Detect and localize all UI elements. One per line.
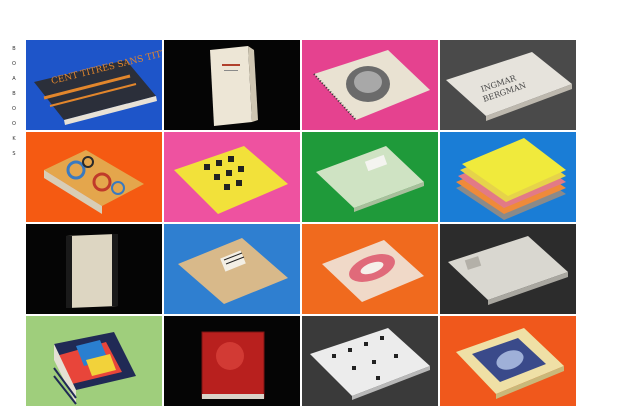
nav-letter-o3[interactable]: O [10, 117, 18, 132]
gallery-tile-15[interactable] [302, 316, 438, 406]
book-red-cover-icon [164, 316, 300, 406]
nav-letter-b2[interactable]: B [10, 87, 18, 102]
book-pale-green-icon [302, 132, 438, 222]
book-dark-blue-orange-title-icon: CENT TITRES SANS TITRE [26, 40, 162, 130]
nav-letter-k[interactable]: K [10, 132, 18, 147]
gallery-tile-10[interactable] [164, 224, 300, 314]
book-stack-abstract-icon [26, 316, 162, 406]
book-white-letters-icon [302, 316, 438, 406]
nav-letter-s[interactable]: S [10, 147, 18, 162]
book-white-standing-icon [164, 40, 300, 130]
gallery-tile-3[interactable] [302, 40, 438, 130]
gallery-tile-7[interactable] [302, 132, 438, 222]
gallery-tile-14[interactable] [164, 316, 300, 406]
gallery-tile-6[interactable] [164, 132, 300, 222]
gallery-tile-5[interactable] [26, 132, 162, 222]
gallery-tile-4[interactable]: INGMAR BERGMAN [440, 40, 576, 130]
book-blue-photo-icon [440, 316, 576, 406]
nav-letter-b[interactable]: B [10, 42, 18, 57]
gallery-tile-9[interactable] [26, 224, 162, 314]
nav-letter-o[interactable]: O [10, 57, 18, 72]
gallery-tile-16[interactable] [440, 316, 576, 406]
gallery-tile-8[interactable] [440, 132, 576, 222]
book-stacked-colors-icon [440, 132, 576, 222]
book-gallery: CENT TITRES SANS TITRE INGMAR BERGMAN [26, 40, 576, 410]
gallery-tile-12[interactable] [440, 224, 576, 314]
book-portrait-spiral-icon [302, 40, 438, 130]
book-kraft-cover-icon [164, 224, 300, 314]
nav-letter-a[interactable]: A [10, 72, 18, 87]
side-nav: B O A B O O K S [10, 42, 18, 162]
book-slipcase-icon [26, 224, 162, 314]
gallery-tile-13[interactable] [26, 316, 162, 406]
gallery-tile-11[interactable] [302, 224, 438, 314]
gallery-tile-2[interactable] [164, 40, 300, 130]
book-pink-label-icon [302, 224, 438, 314]
nav-letter-o2[interactable]: O [10, 102, 18, 117]
book-ingmar-bergman-icon: INGMAR BERGMAN [440, 40, 576, 130]
book-yellow-squares-icon [164, 132, 300, 222]
gallery-tile-1[interactable]: CENT TITRES SANS TITRE [26, 40, 162, 130]
book-grey-pages-icon [440, 224, 576, 314]
book-patterned-orange-icon [26, 132, 162, 222]
